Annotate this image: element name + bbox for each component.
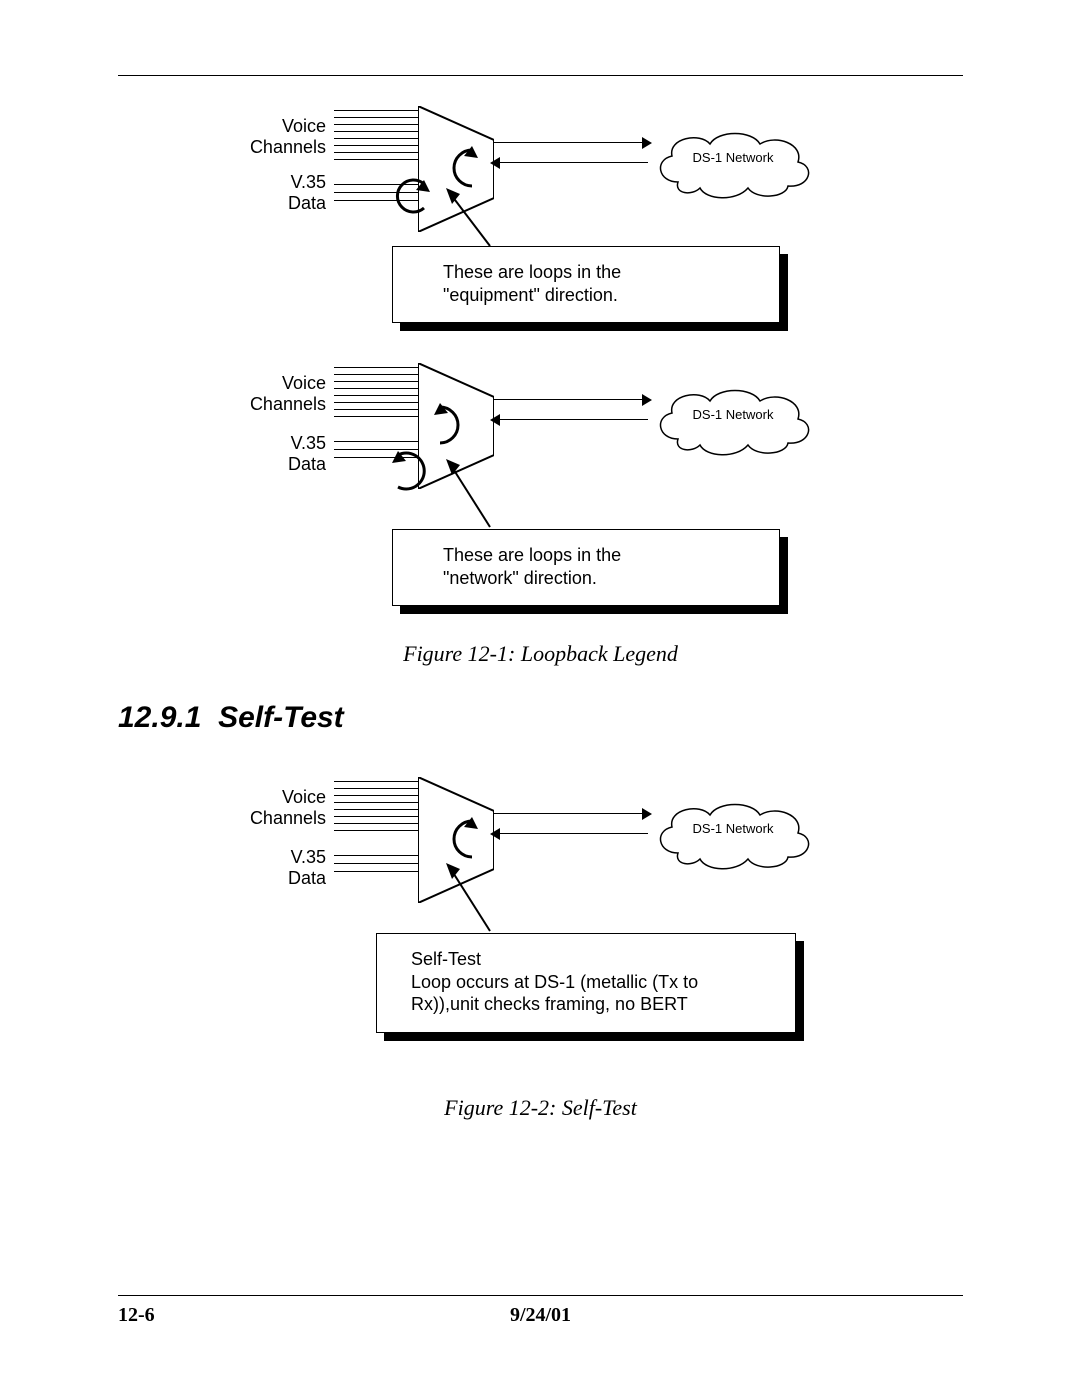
voice-lines-icon — [334, 367, 418, 423]
label-v35-data: V.35 Data — [216, 433, 326, 474]
data-lines-icon — [334, 855, 418, 879]
section-number: 12.9.1 — [118, 701, 201, 734]
label-voice-channels: Voice Channels — [216, 787, 326, 828]
cloud-label: DS-1 Network — [648, 150, 818, 165]
callout-equipment: These are loops in the "equipment" direc… — [392, 246, 780, 323]
label-v35-data: V.35 Data — [216, 847, 326, 888]
arrow-left-icon — [490, 414, 500, 426]
footer-date: 9/24/01 — [218, 1304, 863, 1327]
voice-lines-icon — [334, 781, 418, 837]
top-rule — [118, 75, 963, 76]
link-in-line — [494, 833, 648, 834]
voice-lines-icon — [334, 110, 418, 166]
footer-rule — [118, 1295, 963, 1296]
page-footer: 12-6 9/24/01 — [118, 1295, 963, 1327]
diagram-loopback-equipment: Voice Channels V.35 Data — [118, 88, 963, 333]
link-out-line — [494, 813, 648, 814]
external-loop-icon — [384, 174, 434, 218]
cloud-label: DS-1 Network — [648, 821, 818, 836]
callout-text: These are loops in the "network" directi… — [443, 545, 621, 588]
label-voice-channels: Voice Channels — [216, 116, 326, 157]
diagram-self-test: Voice Channels V.35 Data — [118, 759, 963, 1089]
callout-pointer-icon — [440, 455, 500, 535]
callout-text: These are loops in the "equipment" direc… — [443, 262, 621, 305]
callout-selftest: Self-Test Loop occurs at DS-1 (metallic … — [376, 933, 796, 1033]
section-heading: 12.9.1 Self-Test — [118, 701, 963, 735]
callout-text: Self-Test Loop occurs at DS-1 (metallic … — [411, 949, 698, 1014]
label-v35-data: V.35 Data — [216, 172, 326, 213]
page: Voice Channels V.35 Data — [0, 0, 1080, 1397]
figure-caption-1: Figure 12-1: Loopback Legend — [118, 641, 963, 667]
link-out-line — [494, 399, 648, 400]
callout-pointer-icon — [440, 184, 500, 254]
arrow-left-icon — [490, 157, 500, 169]
link-in-line — [494, 419, 648, 420]
page-number: 12-6 — [118, 1304, 218, 1327]
content-area: Voice Channels V.35 Data — [118, 75, 963, 1121]
diagram-loopback-network: Voice Channels V.35 Data — [118, 345, 963, 635]
label-voice-channels: Voice Channels — [216, 373, 326, 414]
link-in-line — [494, 162, 648, 163]
link-out-line — [494, 142, 648, 143]
callout-pointer-icon — [440, 859, 500, 939]
callout-network: These are loops in the "network" directi… — [392, 529, 780, 606]
figure-caption-2: Figure 12-2: Self-Test — [118, 1095, 963, 1121]
arrow-left-icon — [490, 828, 500, 840]
cloud-label: DS-1 Network — [648, 407, 818, 422]
external-loop-icon — [384, 445, 444, 499]
section-title: Self-Test — [218, 701, 344, 734]
